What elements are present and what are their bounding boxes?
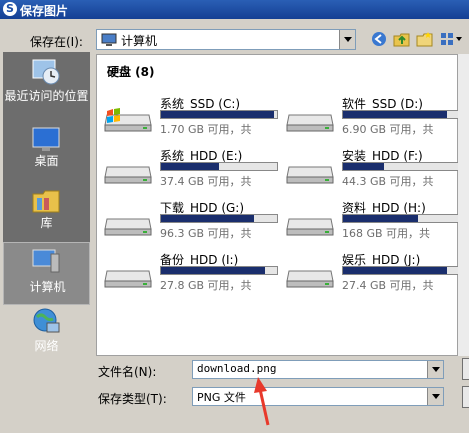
- title-bar: S 保存图片: [0, 0, 469, 19]
- drive-usage-bar: [342, 266, 460, 275]
- drive-usage-fill: [161, 267, 266, 274]
- hard-drive-icon: [286, 218, 334, 236]
- drive-free-space: 96.3 GB 可用，共: [160, 227, 252, 240]
- drive-item[interactable]: 备份_HDD (I:) 27.8 GB 可用，共: [103, 251, 283, 295]
- places-label-desktop: 桌面: [34, 154, 59, 168]
- places-label-libraries: 库: [40, 216, 53, 230]
- desktop-icon: [32, 127, 60, 151]
- hard-drive-icon: [104, 108, 152, 132]
- drive-item[interactable]: 娱乐_HDD (J:) 27.4 GB 可用，共: [285, 251, 465, 295]
- drive-free-space: 168 GB 可用，共: [342, 227, 431, 240]
- drive-usage-bar: [342, 110, 460, 119]
- up-folder-icon[interactable]: [393, 30, 411, 48]
- library-icon: [32, 190, 60, 213]
- view-menu-icon[interactable]: [440, 30, 464, 48]
- drive-item[interactable]: 系统_SSD (C:) 1.70 GB 可用，共: [103, 95, 283, 139]
- new-folder-icon[interactable]: [416, 30, 434, 48]
- places-item-computer[interactable]: 计算机: [3, 242, 90, 305]
- back-icon[interactable]: [370, 30, 388, 48]
- window-title: 保存图片: [20, 4, 69, 18]
- hard-drive-icon: [286, 114, 334, 132]
- vertical-scrollbar[interactable]: [458, 54, 469, 356]
- save-in-dropdown[interactable]: 计算机: [96, 29, 356, 50]
- group-header: 硬盘 (8): [107, 65, 155, 79]
- places-label-computer: 计算机: [29, 280, 66, 294]
- save-button[interactable]: [462, 358, 469, 380]
- app-icon: S: [3, 2, 17, 16]
- filename-input[interactable]: download.png: [192, 360, 444, 379]
- drive-item[interactable]: 安装_HDD (F:) 44.3 GB 可用，共: [285, 147, 465, 191]
- hard-drive-icon: [104, 270, 152, 288]
- places-item-network[interactable]: 网络: [3, 305, 90, 365]
- save-image-dialog: S 保存图片 保存在(I): 计算机 最近访问的位置 桌面 库 计算机 网络 硬…: [0, 0, 469, 433]
- drive-usage-fill: [161, 163, 219, 170]
- drive-usage-fill: [343, 163, 384, 170]
- recent-places-icon: [32, 59, 60, 85]
- hard-drive-icon: [286, 270, 334, 288]
- save-in-value: 计算机: [121, 34, 158, 48]
- drive-usage-fill: [343, 111, 448, 118]
- places-label-recent: 最近访问的位置: [4, 89, 89, 103]
- drive-usage-bar: [160, 110, 278, 119]
- drive-usage-bar: [342, 162, 460, 171]
- drive-item[interactable]: 系统_HDD (E:) 37.4 GB 可用，共: [103, 147, 283, 191]
- drive-free-space: 6.90 GB 可用，共: [342, 123, 434, 136]
- drive-free-space: 44.3 GB 可用，共: [342, 175, 434, 188]
- filetype-select[interactable]: PNG 文件: [192, 387, 444, 406]
- save-in-label: 保存在(I):: [30, 35, 83, 49]
- dropdown-arrow-icon[interactable]: [427, 388, 443, 405]
- annotation-arrow-icon: [254, 377, 270, 426]
- drive-free-space: 27.4 GB 可用，共: [342, 279, 434, 292]
- filetype-value: PNG 文件: [197, 391, 246, 404]
- filetype-label: 保存类型(T):: [98, 392, 167, 406]
- hard-drive-icon: [104, 166, 152, 184]
- computer-icon: [101, 33, 117, 46]
- places-label-network: 网络: [34, 339, 59, 353]
- drive-free-space: 37.4 GB 可用，共: [160, 175, 252, 188]
- places-bar: 最近访问的位置 桌面 库 计算机: [3, 52, 90, 305]
- network-icon: [33, 308, 60, 333]
- hard-drive-icon: [286, 166, 334, 184]
- drive-usage-bar: [160, 214, 278, 223]
- drive-free-space: 1.70 GB 可用，共: [160, 123, 252, 136]
- drive-usage-fill: [343, 267, 448, 274]
- filename-label: 文件名(N):: [98, 365, 157, 379]
- drive-usage-bar: [160, 266, 278, 275]
- places-item-desktop[interactable]: 桌面: [3, 122, 90, 180]
- drive-item[interactable]: 软件_SSD (D:) 6.90 GB 可用，共: [285, 95, 465, 139]
- drive-usage-fill: [161, 215, 254, 222]
- hard-drive-icon: [104, 218, 152, 236]
- places-item-libraries[interactable]: 库: [3, 180, 90, 242]
- drive-usage-fill: [161, 111, 274, 118]
- computer-icon: [32, 249, 60, 273]
- filename-value: download.png: [197, 362, 277, 375]
- drive-item[interactable]: 下载_HDD (G:) 96.3 GB 可用，共: [103, 199, 283, 243]
- drive-usage-bar: [342, 214, 460, 223]
- cancel-button[interactable]: [462, 386, 469, 408]
- places-item-recent[interactable]: 最近访问的位置: [3, 52, 90, 122]
- drive-free-space: 27.8 GB 可用，共: [160, 279, 252, 292]
- drive-item[interactable]: 资料_HDD (H:) 168 GB 可用，共: [285, 199, 465, 243]
- dropdown-arrow-icon[interactable]: [427, 361, 443, 378]
- drive-usage-bar: [160, 162, 278, 171]
- file-list[interactable]: 硬盘 (8) 系统_SSD (C:) 1.70 GB 可用，共 软件_SSD (D…: [96, 54, 460, 356]
- dropdown-arrow-icon[interactable]: [339, 30, 355, 49]
- drive-usage-fill: [343, 215, 419, 222]
